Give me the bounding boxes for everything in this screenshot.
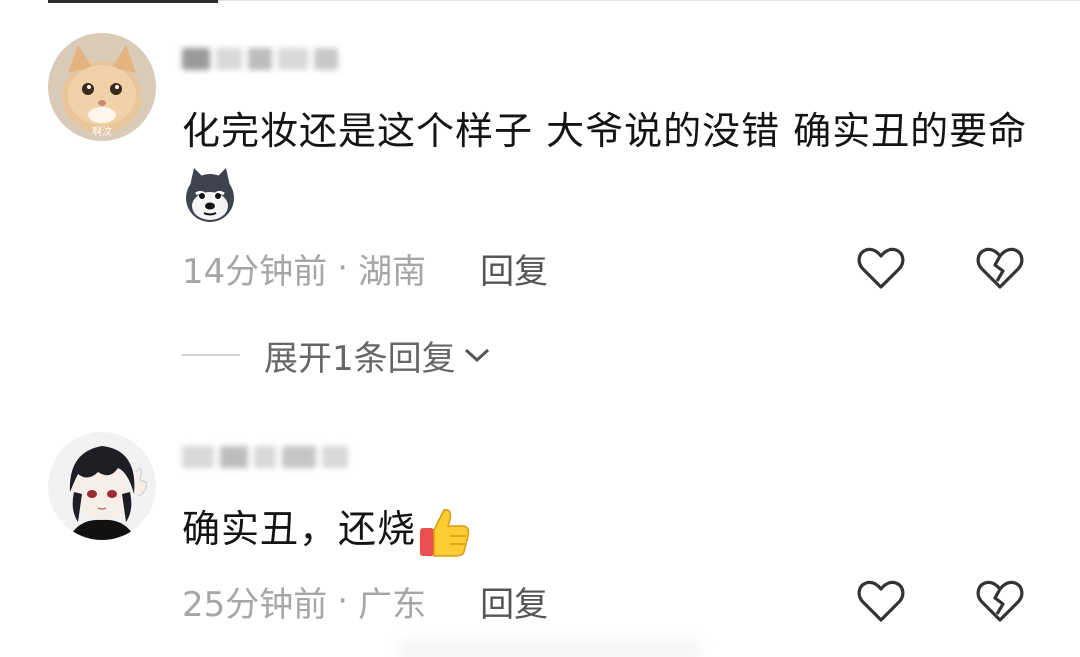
comment-time: 25分钟前 [182,584,328,625]
like-heart-icon[interactable] [856,578,906,624]
reply-button[interactable]: 回复 [480,577,548,626]
comment-meta: 25分钟前 · 广东 回复 [182,576,882,626]
comment-location: 广东 [358,584,427,625]
meta-separator: · [337,581,349,621]
bottom-blur-artifact [400,640,700,657]
avatar[interactable] [48,432,156,540]
comment-text: 确实丑，还烧 [182,498,1042,560]
thumbs-up-emoji-icon [416,504,472,560]
username-blurred[interactable] [182,442,422,472]
broken-heart-icon[interactable] [975,578,1025,624]
comment-item: 确实丑，还烧 25分钟前 · 广东 回复 [0,0,1080,657]
comment-body: 确实丑，还烧 [182,507,417,551]
comment-list-page: 啊汶 化完妆还是这个样子 大爷说的没错 确实丑的要命 14分钟前 · 湖南 回复… [0,0,1080,657]
anime-boy-avatar-image [48,432,156,540]
